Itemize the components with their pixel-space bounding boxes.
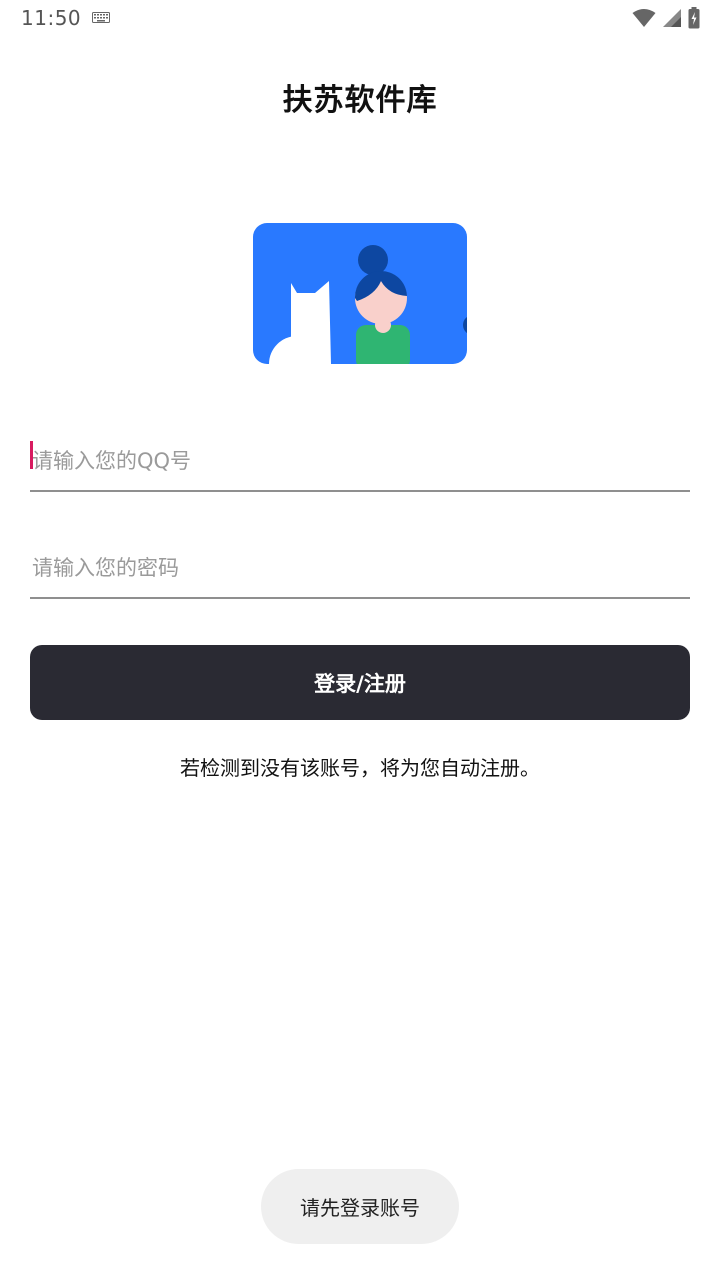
toast-message: 请先登录账号 [261,1169,459,1244]
login-screen: 11:50 扶苏软件库 请输入您的QQ号 登录/注册 若检测到没有该账号，将为您… [0,0,720,1280]
qq-number-field[interactable] [30,432,690,492]
qq-number-input[interactable] [30,432,690,490]
signal-icon [663,9,681,27]
status-bar: 11:50 [0,0,720,36]
keyboard-icon [92,12,110,23]
page-title: 扶苏软件库 [282,83,438,118]
status-icons [632,7,700,29]
wifi-icon [632,9,656,27]
login-register-button[interactable]: 登录/注册 [30,645,690,720]
auto-register-hint: 若检测到没有该账号，将为您自动注册。 [180,756,540,780]
text-cursor [30,441,33,469]
password-field[interactable] [30,539,690,599]
status-time: 11:50 [21,6,82,30]
password-input[interactable] [30,539,690,597]
login-illustration [253,223,467,364]
battery-charging-icon [688,7,700,29]
